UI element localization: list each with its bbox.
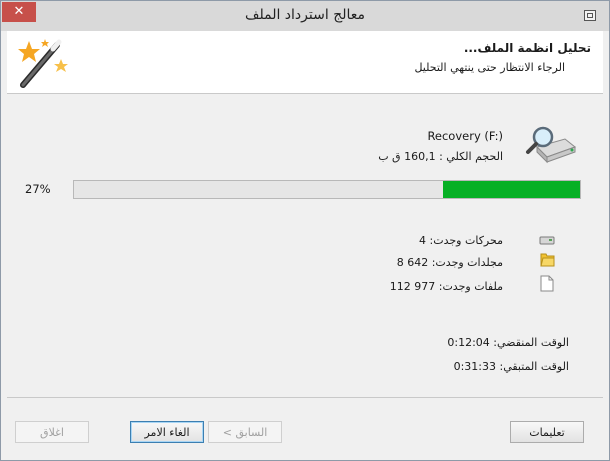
drive-icon — [539, 236, 555, 245]
files-found: ملفات وجدت: 977 112 — [389, 280, 503, 293]
content-area: Recovery (F:) الحجم الكلي : 160,1 ق ب 27… — [7, 94, 603, 394]
progress-percent: 27% — [25, 182, 51, 196]
drive-total-size: الحجم الكلي : 160,1 ق ب — [378, 150, 503, 163]
folder-icon — [540, 253, 555, 267]
progress-bar — [73, 180, 581, 199]
wizard-window: ✕ معالج استرداد الملف تحليل انظمة الملف.… — [0, 0, 610, 461]
remaining-time: الوقت المتبقي: 0:31:33 — [453, 360, 569, 373]
drive-name: Recovery (F:) — [427, 129, 503, 143]
cancel-button[interactable]: الغاء الامر — [130, 421, 204, 443]
close-button[interactable]: اغلاق — [15, 421, 89, 443]
header-title: تحليل انظمة الملف... — [463, 41, 591, 55]
magic-wand-icon — [18, 39, 68, 88]
folders-found: مجلدات وجدت: 642 8 — [396, 256, 503, 269]
help-button[interactable]: تعليمات — [510, 421, 584, 443]
window-title: معالج استرداد الملف — [244, 7, 366, 23]
elapsed-time: الوقت المنقضي: 0:12:04 — [447, 336, 569, 349]
file-icon — [540, 275, 554, 292]
title-bar: ✕ معالج استرداد الملف — [1, 1, 609, 31]
drives-found: محركات وجدت: 4 — [419, 234, 503, 247]
header-subtitle: الرجاء الانتظار حتى ينتهي التحليل — [414, 61, 565, 74]
drive-search-icon — [526, 126, 577, 164]
back-button[interactable]: < السابق — [208, 421, 282, 443]
restore-icon[interactable] — [584, 10, 596, 21]
progress-fill — [443, 181, 580, 198]
wizard-header: تحليل انظمة الملف... الرجاء الانتظار حتى… — [7, 31, 603, 94]
footer-divider — [7, 397, 603, 398]
